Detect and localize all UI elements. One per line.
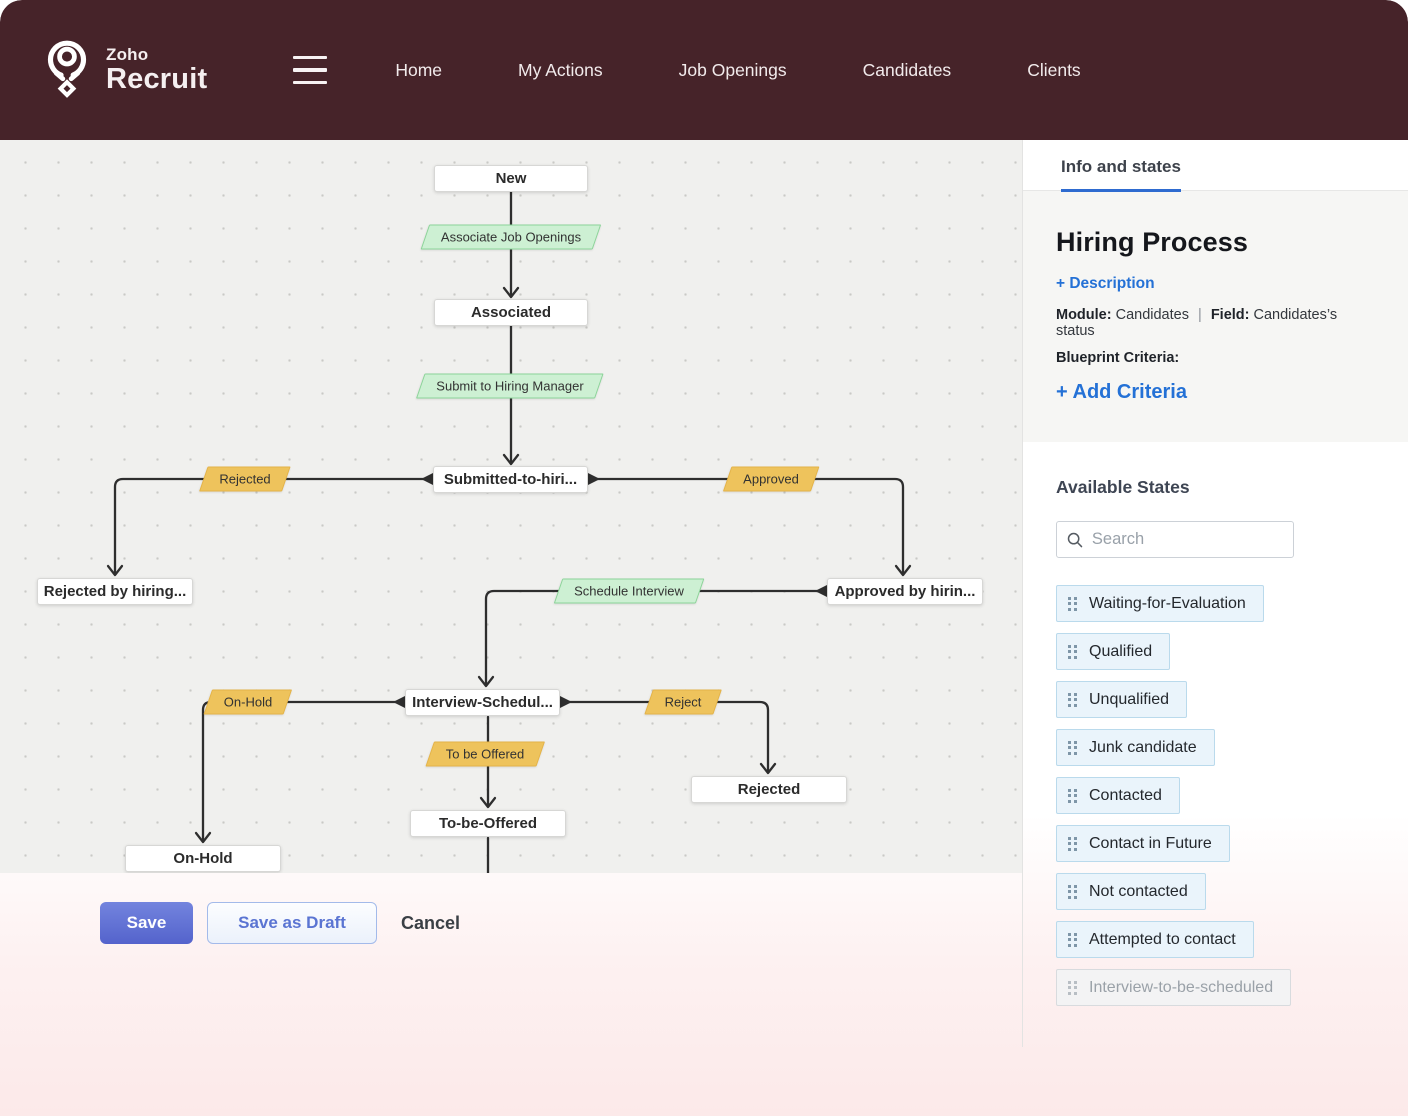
- state-node[interactable]: New: [434, 165, 588, 192]
- add-criteria-link[interactable]: + Add Criteria: [1056, 381, 1187, 404]
- transition-label[interactable]: Associate Job Openings: [421, 225, 602, 250]
- state-chip[interactable]: Junk candidate: [1056, 729, 1215, 766]
- save-as-draft-button[interactable]: Save as Draft: [207, 902, 377, 944]
- transition-label[interactable]: Schedule Interview: [554, 579, 704, 604]
- drag-handle-icon[interactable]: [1068, 885, 1077, 899]
- state-chip-label: Not contacted: [1089, 883, 1188, 901]
- blueprint-canvas[interactable]: New Associated Submitted-to-hiri... Rejecte…: [0, 140, 1022, 873]
- state-chip[interactable]: Qualified: [1056, 633, 1170, 670]
- add-description-link[interactable]: + Description: [1056, 275, 1155, 293]
- blueprint-title: Hiring Process: [1056, 227, 1378, 258]
- field-label: Field:: [1211, 307, 1250, 323]
- info-states-panel: Info and states Hiring Process + Descrip…: [1022, 140, 1408, 1047]
- blueprint-info-section: Hiring Process + Description Module: Can…: [1023, 191, 1408, 442]
- separator: |: [1193, 307, 1207, 323]
- state-chip[interactable]: Not contacted: [1056, 873, 1206, 910]
- available-states-section: Available States Waiting-for-Evaluation Q…: [1023, 442, 1408, 1047]
- nav-item-clients[interactable]: Clients: [1027, 60, 1081, 81]
- state-chip-list: Waiting-for-Evaluation Qualified Unqualifi…: [1056, 585, 1384, 1006]
- edge-submitted-rejectedby: [115, 479, 433, 573]
- hamburger-menu-icon[interactable]: [293, 56, 327, 85]
- cancel-button[interactable]: Cancel: [401, 902, 460, 944]
- transition-label[interactable]: Reject: [644, 690, 721, 715]
- state-chip-label: Contact in Future: [1089, 835, 1212, 853]
- nav-item-home[interactable]: Home: [395, 60, 442, 81]
- transition-label[interactable]: Rejected: [199, 467, 291, 492]
- state-chip-label: Qualified: [1089, 643, 1152, 661]
- module-field-line: Module: Candidates | Field: Candidates’s…: [1056, 307, 1378, 339]
- drag-handle-icon[interactable]: [1068, 933, 1077, 947]
- state-chip-label: Junk candidate: [1089, 739, 1197, 757]
- state-chip[interactable]: Unqualified: [1056, 681, 1187, 718]
- state-chip[interactable]: Contact in Future: [1056, 825, 1230, 862]
- nav-item-job-openings[interactable]: Job Openings: [679, 60, 787, 81]
- search-icon: [1067, 531, 1083, 549]
- state-chip: Interview-to-be-scheduled: [1056, 969, 1291, 1006]
- drag-handle-icon[interactable]: [1068, 837, 1077, 851]
- state-node[interactable]: On-Hold: [125, 845, 281, 872]
- transition-label[interactable]: Submit to Hiring Manager: [416, 374, 604, 399]
- nav-item-my-actions[interactable]: My Actions: [518, 60, 603, 81]
- edge-approvedby-interview: [486, 591, 827, 684]
- states-search-box[interactable]: [1056, 521, 1294, 558]
- state-chip-label: Contacted: [1089, 787, 1162, 805]
- drag-handle-icon[interactable]: [1068, 741, 1077, 755]
- save-button[interactable]: Save: [100, 902, 193, 944]
- drag-handle-icon[interactable]: [1068, 789, 1077, 803]
- nav-item-candidates[interactable]: Candidates: [863, 60, 952, 81]
- edge-submitted-approvedby: [588, 479, 903, 573]
- top-nav-bar: Zoho Recruit Home My Actions Job Openings C…: [0, 0, 1408, 140]
- state-node[interactable]: Rejected: [691, 776, 847, 803]
- state-chip[interactable]: Waiting-for-Evaluation: [1056, 585, 1264, 622]
- brand-zoho: Zoho: [106, 46, 207, 64]
- drag-handle-icon[interactable]: [1068, 645, 1077, 659]
- brand-recruit: Recruit: [106, 64, 207, 94]
- transition-label[interactable]: On-Hold: [203, 690, 292, 715]
- edge-interview-onhold: [203, 702, 405, 840]
- drag-handle-icon[interactable]: [1068, 597, 1077, 611]
- state-chip-label: Unqualified: [1089, 691, 1169, 709]
- state-chip[interactable]: Contacted: [1056, 777, 1180, 814]
- drag-handle-icon[interactable]: [1068, 693, 1077, 707]
- tab-info-and-states[interactable]: Info and states: [1061, 157, 1181, 190]
- zoho-recruit-icon: [42, 38, 92, 102]
- main-nav: Home My Actions Job Openings Candidates Clie…: [395, 60, 1080, 81]
- module-label: Module:: [1056, 307, 1112, 323]
- state-node[interactable]: Interview-Schedul...: [405, 689, 560, 716]
- action-bar: Save Save as Draft Cancel: [100, 902, 460, 944]
- app-window: Zoho Recruit Home My Actions Job Openings C…: [0, 0, 1408, 1116]
- state-node[interactable]: Associated: [434, 299, 588, 326]
- blueprint-criteria-label: Blueprint Criteria:: [1056, 350, 1378, 366]
- zoho-recruit-logo: Zoho Recruit: [42, 38, 207, 102]
- state-node[interactable]: To-be-Offered: [410, 810, 566, 837]
- transition-label[interactable]: To be Offered: [425, 742, 544, 767]
- state-node[interactable]: Approved by hirin...: [827, 578, 983, 605]
- module-value: Candidates: [1116, 307, 1189, 323]
- state-chip-label: Attempted to contact: [1089, 931, 1236, 949]
- state-chip-label: Interview-to-be-scheduled: [1089, 979, 1273, 997]
- transition-label[interactable]: Approved: [723, 467, 819, 492]
- states-search-input[interactable]: [1092, 530, 1283, 549]
- panel-tabbar: Info and states: [1023, 140, 1408, 191]
- state-node[interactable]: Submitted-to-hiri...: [433, 466, 588, 493]
- available-states-heading: Available States: [1056, 477, 1384, 498]
- state-chip[interactable]: Attempted to contact: [1056, 921, 1254, 958]
- state-chip-label: Waiting-for-Evaluation: [1089, 595, 1246, 613]
- state-node[interactable]: Rejected by hiring...: [37, 578, 193, 605]
- drag-handle-icon: [1068, 981, 1077, 995]
